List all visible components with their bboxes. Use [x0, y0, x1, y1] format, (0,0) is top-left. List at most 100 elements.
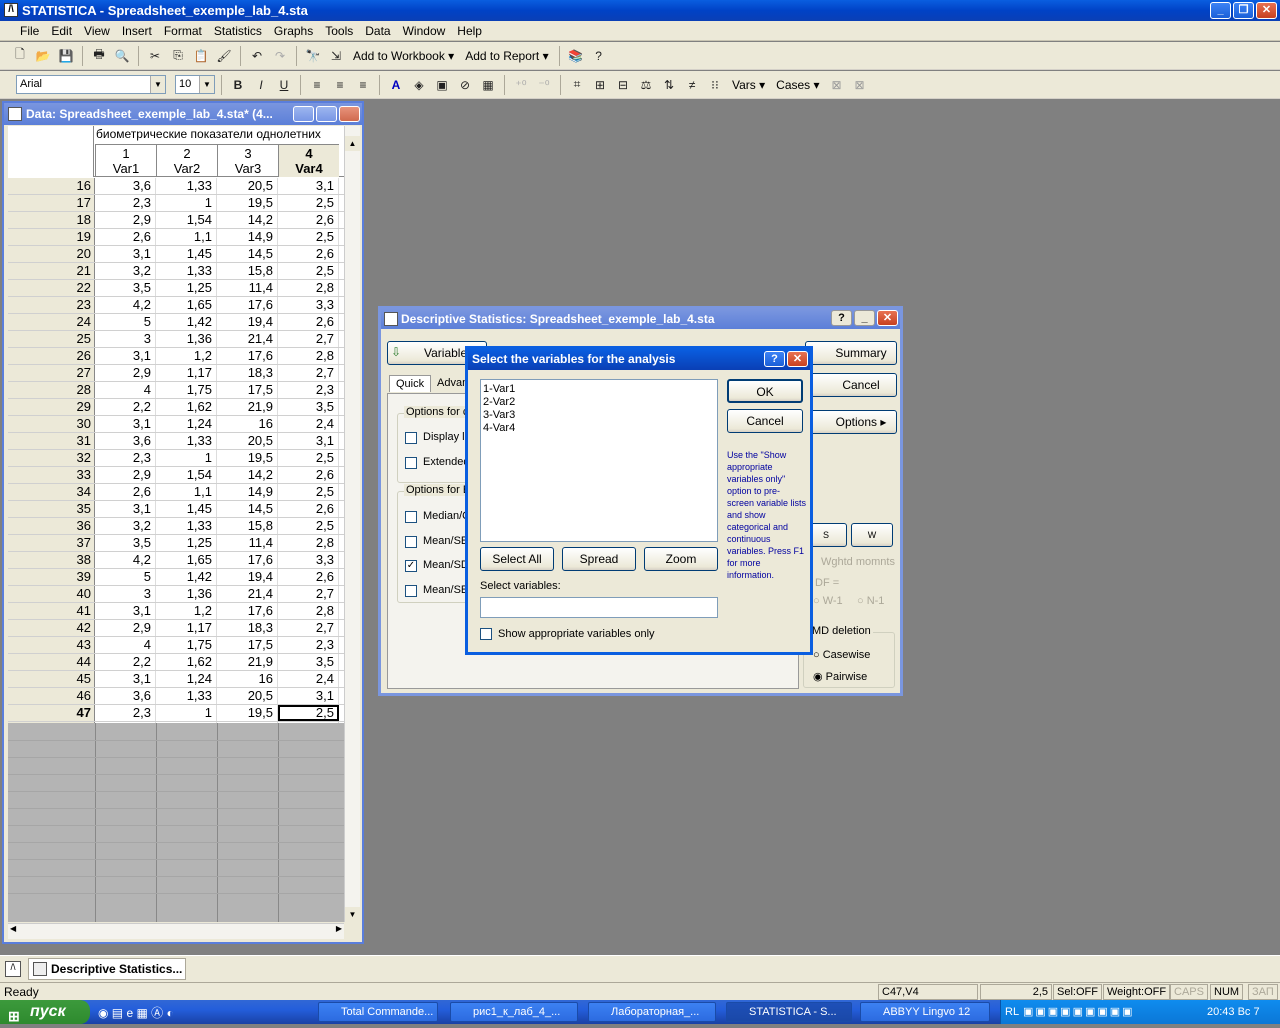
menu-view[interactable]: View — [78, 24, 116, 38]
table-cell[interactable]: 3,1 — [95, 246, 156, 262]
show-appropriate-checkbox[interactable] — [480, 628, 492, 640]
table-cell[interactable]: 2,6 — [278, 212, 339, 228]
table-cell[interactable]: 18,3 — [217, 620, 278, 636]
mean-se-checkbox[interactable] — [405, 536, 417, 548]
vars-grid-icon[interactable]: ⁝⁝ — [705, 75, 725, 95]
table-cell[interactable]: 2,6 — [278, 569, 339, 585]
table-cell[interactable]: 16 — [217, 416, 278, 432]
table-cell[interactable]: 17,5 — [217, 637, 278, 653]
table-cell[interactable]: 2,9 — [95, 467, 156, 483]
table-cell[interactable]: 20,5 — [217, 433, 278, 449]
table-cell[interactable]: 2,2 — [95, 654, 156, 670]
table-cell[interactable]: 2,5 — [278, 450, 339, 466]
cases-button[interactable]: Cases ▾ — [772, 78, 823, 92]
table-cell[interactable]: 2,7 — [278, 331, 339, 347]
table-cell[interactable]: 2,5 — [278, 484, 339, 500]
grid-icon[interactable]: ▦ — [478, 75, 498, 95]
task-word-doc-1[interactable]: рис1_к_лаб_4_... — [450, 1002, 578, 1022]
table-cell[interactable]: 3,1 — [278, 178, 339, 194]
mean-se2-checkbox[interactable] — [405, 585, 417, 597]
row-header[interactable]: 43 — [8, 637, 95, 653]
table-cell[interactable]: 1,62 — [156, 399, 217, 415]
table-cell[interactable]: 3,1 — [95, 348, 156, 364]
table-cell[interactable]: 2,7 — [278, 586, 339, 602]
row-header[interactable]: 30 — [8, 416, 95, 432]
scroll-up-icon[interactable]: ▲ — [345, 136, 360, 151]
row-header[interactable]: 20 — [8, 246, 95, 262]
table-row[interactable]: 18 2,9 1,54 14,2 2,6 — [8, 212, 344, 229]
quicklaunch-icons[interactable]: ◉ ▤ e ▦ Ⓐ ◐ — [98, 1004, 174, 1021]
font-select[interactable]: Arial ▼ — [16, 75, 166, 94]
menu-edit[interactable]: Edit — [45, 24, 78, 38]
extended-checkbox[interactable] — [405, 457, 417, 469]
table-row[interactable]: 22 3,5 1,25 11,4 2,8 — [8, 280, 344, 297]
row-header[interactable]: 26 — [8, 348, 95, 364]
table-cell[interactable]: 2,8 — [278, 603, 339, 619]
table-cell[interactable]: 21,4 — [217, 586, 278, 602]
table-cell[interactable]: 1,54 — [156, 212, 217, 228]
table-row[interactable]: 43 4 1,75 17,5 2,3 — [8, 637, 344, 654]
minimize-button[interactable]: _ — [1210, 2, 1231, 19]
row-header[interactable]: 41 — [8, 603, 95, 619]
table-cell[interactable]: 1,42 — [156, 314, 217, 330]
table-cell[interactable]: 1,36 — [156, 331, 217, 347]
ds-cancel-button[interactable]: Cancel — [805, 373, 897, 397]
table-cell[interactable]: 5 — [95, 314, 156, 330]
select-variables-input[interactable] — [480, 597, 718, 618]
table-row[interactable]: 29 2,2 1,62 21,9 3,5 — [8, 399, 344, 416]
books-icon[interactable]: 📚 — [566, 46, 586, 66]
table-row[interactable]: 42 2,9 1,17 18,3 2,7 — [8, 620, 344, 637]
row-header[interactable]: 47 — [8, 705, 95, 721]
menu-statistics[interactable]: Statistics — [208, 24, 268, 38]
table-cell[interactable]: 20,5 — [217, 178, 278, 194]
row-header[interactable]: 29 — [8, 399, 95, 415]
table-row[interactable]: 30 3,1 1,24 16 2,4 — [8, 416, 344, 433]
casewise-radio[interactable]: Casewise — [823, 649, 871, 661]
goto-icon[interactable]: ⇲ — [326, 46, 346, 66]
menu-tools[interactable]: Tools — [319, 24, 359, 38]
table-cell[interactable]: 19,5 — [217, 450, 278, 466]
table-cell[interactable]: 1,54 — [156, 467, 217, 483]
menu-format[interactable]: Format — [158, 24, 208, 38]
table-cell[interactable]: 2,2 — [95, 399, 156, 415]
table-cell[interactable]: 3,3 — [278, 297, 339, 313]
table-cell[interactable]: 1,33 — [156, 518, 217, 534]
table-cell[interactable]: 3,2 — [95, 263, 156, 279]
table-cell[interactable]: 19,5 — [217, 195, 278, 211]
table-cell[interactable]: 3,3 — [278, 552, 339, 568]
table-cell[interactable]: 3,1 — [278, 688, 339, 704]
decrease-decimal-icon[interactable]: ⁻⁰ — [534, 75, 554, 95]
table-cell[interactable]: 2,6 — [278, 501, 339, 517]
table-cell[interactable]: 19,4 — [217, 569, 278, 585]
table-cell[interactable]: 19,4 — [217, 314, 278, 330]
tray-icons[interactable]: ▣▣▣▣▣▣▣▣▣ — [1023, 1000, 1135, 1024]
table-cell[interactable]: 4,2 — [95, 552, 156, 568]
menu-data[interactable]: Data — [359, 24, 396, 38]
table-cell[interactable]: 2,5 — [278, 705, 339, 721]
table-cell[interactable]: 2,5 — [278, 263, 339, 279]
mean-sd-checkbox[interactable]: ✓ — [405, 560, 417, 572]
row-header[interactable]: 45 — [8, 671, 95, 687]
font-size-select[interactable]: 10 ▼ — [175, 75, 215, 94]
table-row[interactable]: 16 3,6 1,33 20,5 3,1 — [8, 178, 344, 195]
table-cell[interactable]: 3,1 — [95, 603, 156, 619]
table-cell[interactable]: 14,2 — [217, 467, 278, 483]
descriptive-stats-task[interactable]: Descriptive Statistics... — [28, 958, 186, 980]
table-cell[interactable]: 21,9 — [217, 399, 278, 415]
row-header[interactable]: 32 — [8, 450, 95, 466]
table-cell[interactable]: 5 — [95, 569, 156, 585]
row-header[interactable]: 22 — [8, 280, 95, 296]
table-cell[interactable]: 1,24 — [156, 671, 217, 687]
tab-quick[interactable]: Quick — [389, 375, 432, 392]
table-row[interactable]: 35 3,1 1,45 14,5 2,6 — [8, 501, 344, 518]
save-icon[interactable]: 💾 — [56, 46, 76, 66]
table-cell[interactable]: 3 — [95, 331, 156, 347]
table-cell[interactable]: 2,3 — [278, 637, 339, 653]
table-cell[interactable]: 1 — [156, 195, 217, 211]
task-statistica[interactable]: STATISTICA - S... — [726, 1002, 852, 1022]
sv-help-button[interactable]: ? — [764, 351, 785, 367]
table-cell[interactable]: 11,4 — [217, 535, 278, 551]
print-preview-icon[interactable]: 🔍 — [112, 46, 132, 66]
task-word-doc-2[interactable]: Лабораторная_... — [588, 1002, 716, 1022]
table-cell[interactable]: 2,9 — [95, 365, 156, 381]
